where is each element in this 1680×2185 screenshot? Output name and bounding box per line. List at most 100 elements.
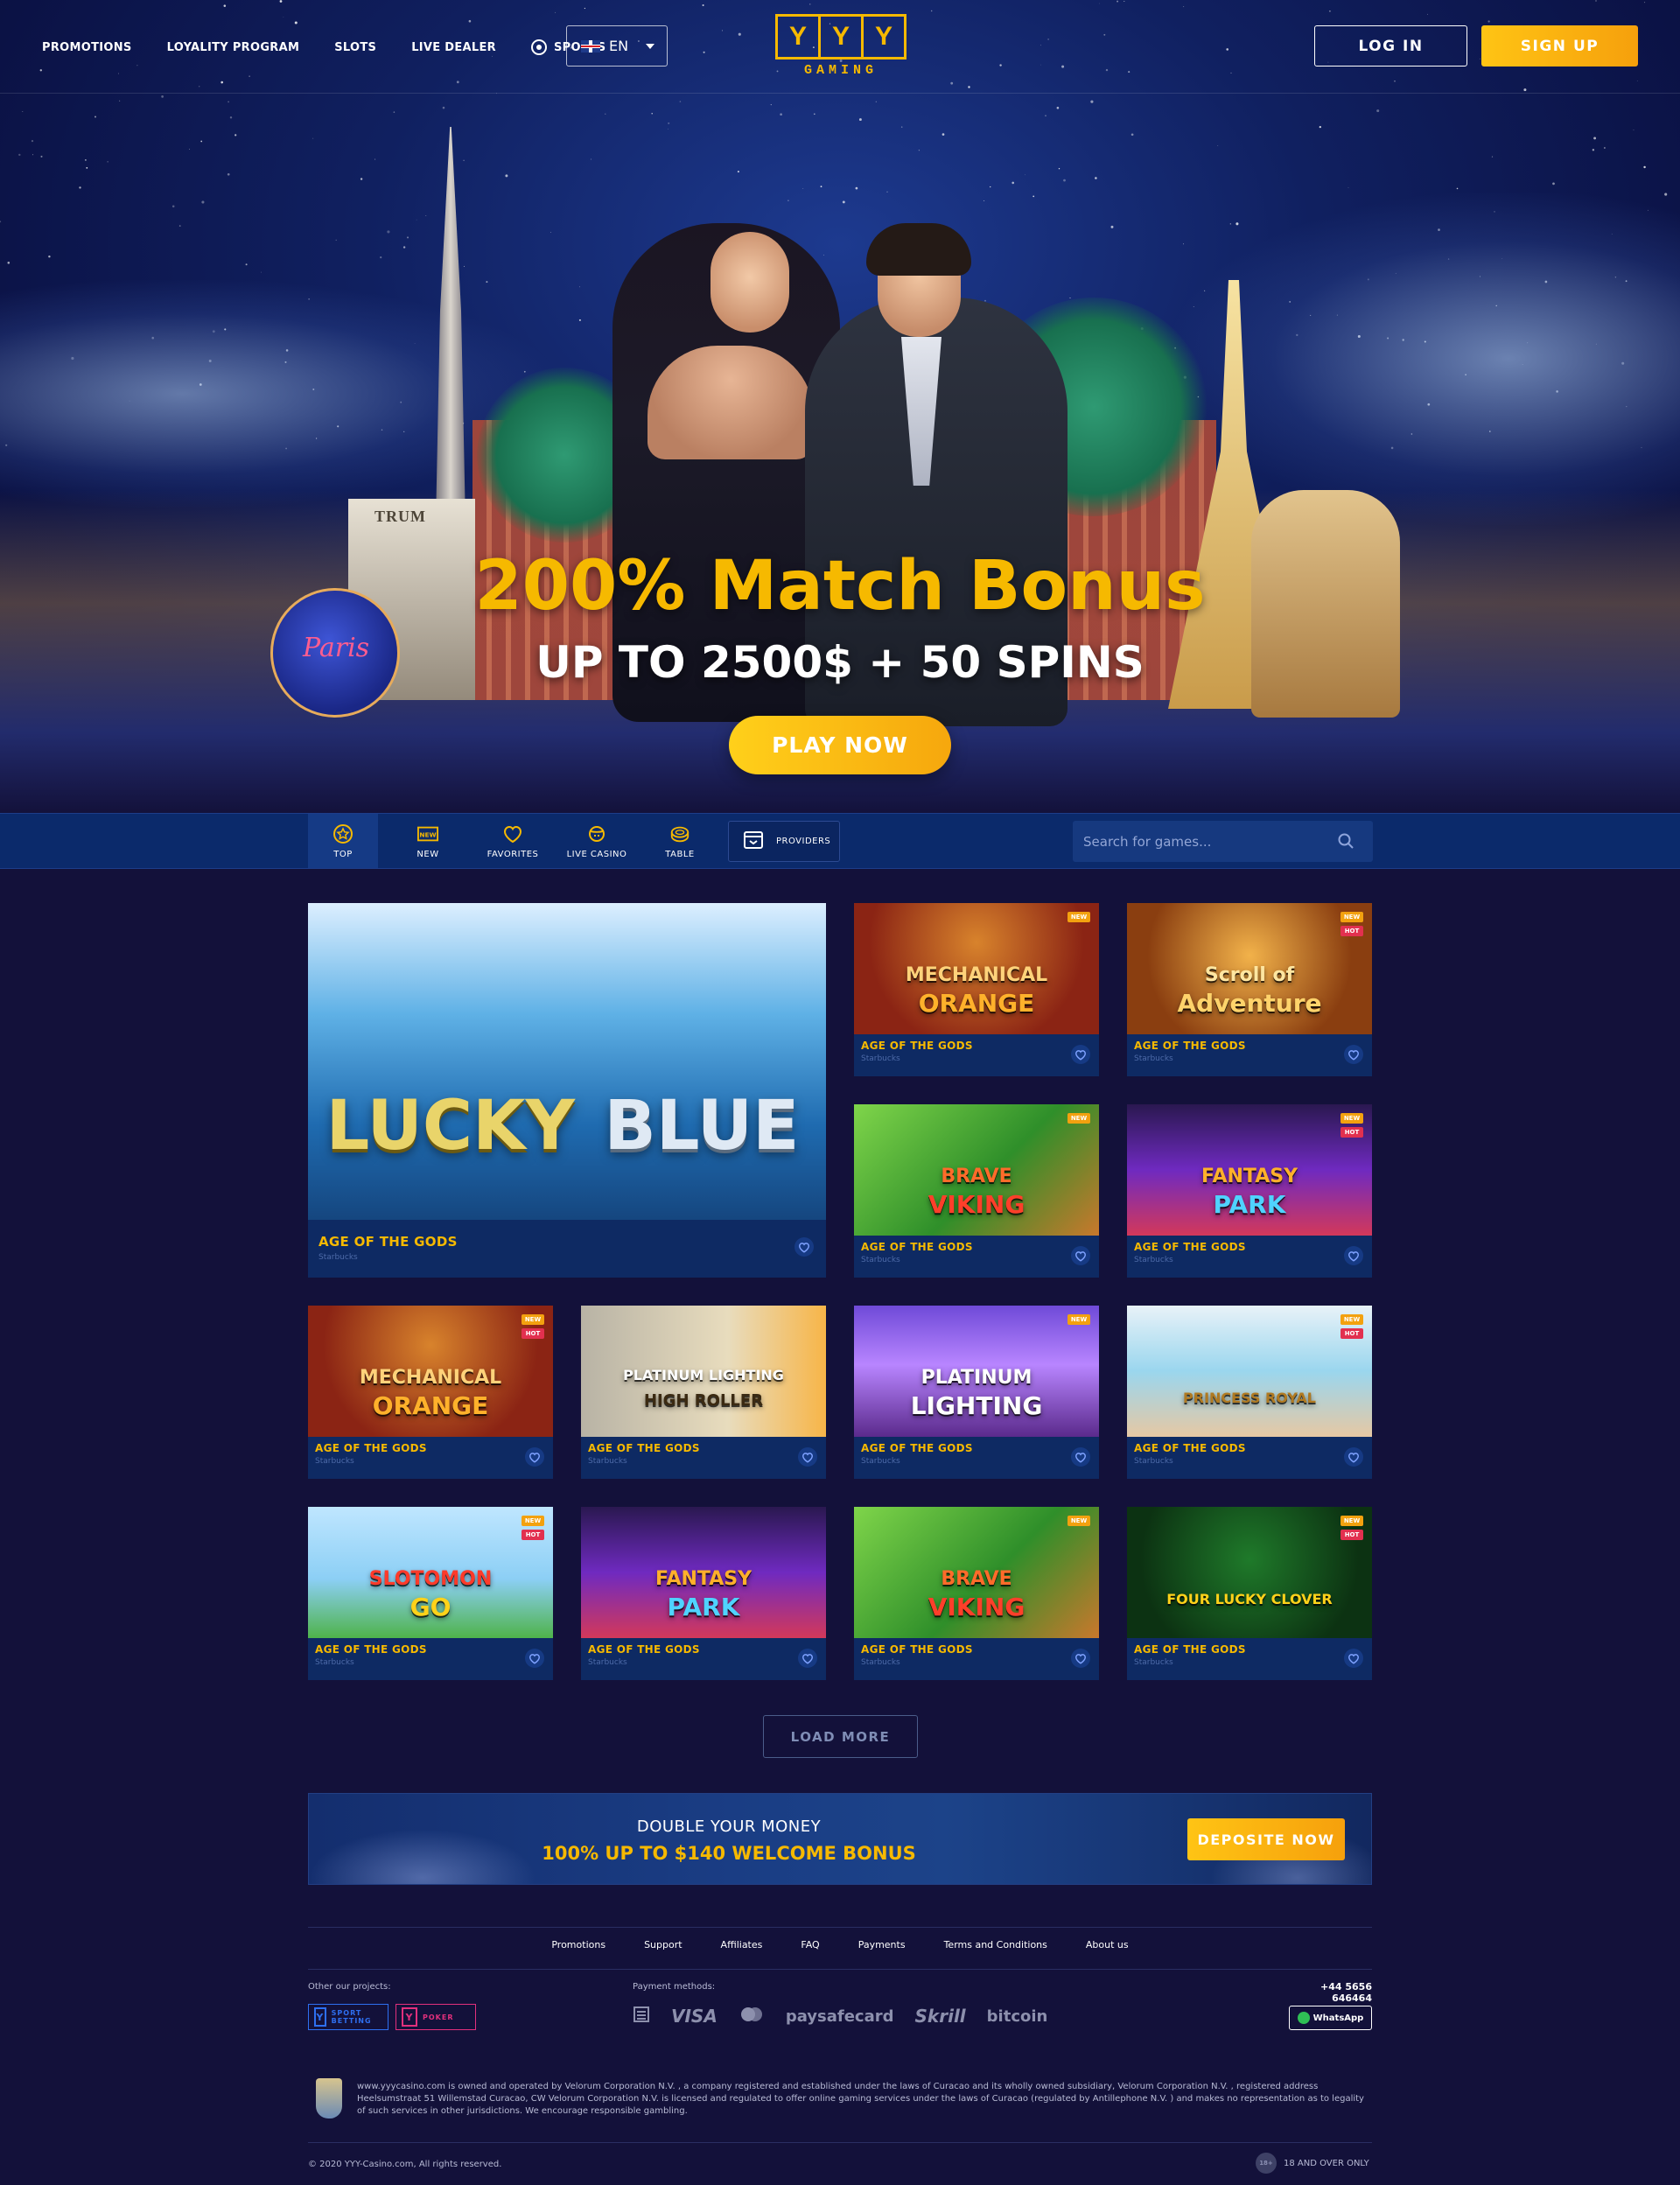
game-info: AGE OF THE GODS Starbucks <box>854 1034 1099 1076</box>
game-thumbnail[interactable]: PLATINUM LIGHTING NEW <box>854 1306 1099 1437</box>
game-title[interactable]: AGE OF THE GODS <box>1134 1241 1246 1253</box>
favorite-heart-icon[interactable] <box>1071 1246 1090 1265</box>
promo-headline: DOUBLE YOUR MONEY <box>636 1817 822 1836</box>
game-title[interactable]: AGE OF THE GODS <box>588 1643 700 1656</box>
game-card[interactable]: Scroll of Adventure NEW HOT AGE OF THE GODS S… <box>1127 903 1372 1076</box>
whatsapp-button[interactable]: WhatsApp <box>1289 2006 1372 2030</box>
game-card[interactable]: SLOTOMON GO NEW HOT AGE OF THE GODS Starbucks <box>308 1507 553 1680</box>
footer-link-promotions[interactable]: Promotions <box>551 1939 606 1950</box>
game-art-subtitle: HIGH ROLLER <box>643 1391 764 1410</box>
favorite-heart-icon[interactable] <box>798 1649 817 1668</box>
favorite-heart-icon[interactable] <box>1344 1045 1363 1064</box>
game-title[interactable]: AGE OF THE GODS <box>1134 1040 1246 1052</box>
game-title[interactable]: AGE OF THE GODS <box>861 1040 973 1052</box>
game-thumbnail[interactable]: PRINCESS ROYAL NEW HOT <box>1127 1306 1372 1437</box>
game-thumbnail[interactable]: LUCKY BLUE <box>308 903 826 1220</box>
favorite-heart-icon[interactable] <box>1071 1649 1090 1668</box>
poker-logo-icon: Y <box>402 2007 417 2027</box>
tab-table[interactable]: TABLE <box>645 814 715 868</box>
language-selector[interactable]: EN <box>566 25 668 67</box>
game-thumbnail[interactable]: MECHANICAL ORANGE NEW <box>854 903 1099 1034</box>
star <box>172 205 175 208</box>
favorite-heart-icon[interactable] <box>798 1447 817 1467</box>
play-now-button[interactable]: PLAY NOW <box>729 716 951 774</box>
favorite-heart-icon[interactable] <box>1344 1447 1363 1467</box>
game-card[interactable]: FANTASY PARK AGE OF THE GODS Starbucks <box>581 1507 826 1680</box>
search-input[interactable] <box>1073 821 1373 862</box>
tab-top[interactable]: TOP <box>308 814 378 868</box>
game-card[interactable]: BRAVE VIKING NEW AGE OF THE GODS Starbucks <box>854 1507 1099 1680</box>
star <box>823 255 825 256</box>
favorite-heart-icon[interactable] <box>525 1447 544 1467</box>
site-logo[interactable]: Y Y Y GAMING <box>774 14 907 82</box>
game-card[interactable]: BRAVE VIKING NEW AGE OF THE GODS Starbucks <box>854 1104 1099 1278</box>
game-thumbnail[interactable]: PLATINUM LIGHTING HIGH ROLLER <box>581 1306 826 1437</box>
nav-slots[interactable]: SLOTS <box>334 39 376 55</box>
game-thumbnail[interactable]: SLOTOMON GO NEW HOT <box>308 1507 553 1638</box>
game-title[interactable]: AGE OF THE GODS <box>861 1241 973 1253</box>
tab-favorites[interactable]: FAVORITES <box>478 814 548 868</box>
favorite-heart-icon[interactable] <box>1344 1246 1363 1265</box>
game-art-subtitle: ORANGE <box>372 1391 489 1420</box>
game-title[interactable]: AGE OF THE GODS <box>588 1442 700 1454</box>
game-thumbnail[interactable]: BRAVE VIKING NEW <box>854 1507 1099 1638</box>
favorite-heart-icon[interactable] <box>1071 1447 1090 1467</box>
star <box>374 158 376 160</box>
game-title[interactable]: AGE OF THE GODS <box>1134 1643 1246 1656</box>
nav-promotions[interactable]: PROMOTIONS <box>42 39 132 55</box>
game-title[interactable]: AGE OF THE GODS <box>318 1234 458 1250</box>
game-title[interactable]: AGE OF THE GODS <box>861 1643 973 1656</box>
footer-link-payments[interactable]: Payments <box>858 1939 906 1950</box>
game-title[interactable]: AGE OF THE GODS <box>315 1643 427 1656</box>
mastercard-icon <box>738 2006 765 2027</box>
game-title[interactable]: AGE OF THE GODS <box>315 1442 427 1454</box>
deposit-now-button[interactable]: DEPOSITE NOW <box>1187 1818 1345 1860</box>
footer-link-faq[interactable]: FAQ <box>801 1939 819 1950</box>
favorite-heart-icon[interactable] <box>794 1237 814 1257</box>
footer-link-support[interactable]: Support <box>644 1939 682 1950</box>
game-title[interactable]: AGE OF THE GODS <box>861 1442 973 1454</box>
search-icon[interactable] <box>1337 832 1354 853</box>
new-badge: NEW <box>522 1516 544 1526</box>
woman-shoulders <box>648 346 814 459</box>
favorite-heart-icon[interactable] <box>1071 1045 1090 1064</box>
game-art-subtitle: PARK <box>1213 1190 1286 1219</box>
support-phone[interactable]: +44 5656 646464 <box>1284 1981 1372 2004</box>
sport-logo-icon: Y <box>314 2007 326 2027</box>
load-more-button[interactable]: LOAD MORE <box>763 1715 918 1758</box>
game-thumbnail[interactable]: Scroll of Adventure NEW HOT <box>1127 903 1372 1034</box>
game-card[interactable]: PRINCESS ROYAL NEW HOT AGE OF THE GODS Starb… <box>1127 1306 1372 1479</box>
game-card[interactable]: MECHANICAL ORANGE NEW HOT AGE OF THE GODS Sta… <box>308 1306 553 1479</box>
favorite-heart-icon[interactable] <box>525 1649 544 1668</box>
game-thumbnail[interactable]: FANTASY PARK NEW HOT <box>1127 1104 1372 1236</box>
game-card[interactable]: PLATINUM LIGHTING NEW AGE OF THE GODS Starbu… <box>854 1306 1099 1479</box>
footer-link-terms[interactable]: Terms and Conditions <box>944 1939 1047 1950</box>
sport-betting-project-link[interactable]: Y SPORT BETTING <box>308 2004 388 2030</box>
providers-button[interactable]: PROVIDERS <box>728 821 840 862</box>
game-thumbnail[interactable]: FANTASY PARK <box>581 1507 826 1638</box>
favorite-heart-icon[interactable] <box>1344 1649 1363 1668</box>
game-thumbnail[interactable]: MECHANICAL ORANGE NEW HOT <box>308 1306 553 1437</box>
nav-live-dealer[interactable]: LIVE DEALER <box>411 39 496 55</box>
footer-link-about[interactable]: About us <box>1086 1939 1129 1950</box>
age-18-icon: 18+ <box>1256 2153 1277 2174</box>
game-card[interactable]: LUCKY BLUE AGE OF THE GODS Starbucks <box>308 903 826 1278</box>
game-title[interactable]: AGE OF THE GODS <box>1134 1442 1246 1454</box>
nav-loyalty-program[interactable]: LOYALITY PROGRAM <box>167 39 300 55</box>
poker-project-link[interactable]: Y POKER <box>396 2004 476 2030</box>
star <box>1376 109 1380 113</box>
login-button[interactable]: LOG IN <box>1314 25 1467 67</box>
game-card[interactable]: MECHANICAL ORANGE NEW AGE OF THE GODS Starbu… <box>854 903 1099 1076</box>
tab-live-casino[interactable]: LIVE CASINO <box>562 814 632 868</box>
game-thumbnail[interactable]: FOUR LUCKY CLOVER NEW HOT <box>1127 1507 1372 1638</box>
signup-button[interactable]: SIGN UP <box>1481 25 1638 67</box>
game-thumbnail[interactable]: BRAVE VIKING NEW <box>854 1104 1099 1236</box>
game-card[interactable]: PLATINUM LIGHTING HIGH ROLLER AGE OF THE G… <box>581 1306 826 1479</box>
game-card[interactable]: FANTASY PARK NEW HOT AGE OF THE GODS Starbuck… <box>1127 1104 1372 1278</box>
star <box>1056 106 1060 109</box>
game-card[interactable]: FOUR LUCKY CLOVER NEW HOT AGE OF THE GODS St… <box>1127 1507 1372 1680</box>
dealer-icon <box>586 823 607 844</box>
tab-new[interactable]: NEW NEW <box>393 814 463 868</box>
tab-new-label: NEW <box>416 849 439 859</box>
footer-link-affiliates[interactable]: Affiliates <box>721 1939 763 1950</box>
